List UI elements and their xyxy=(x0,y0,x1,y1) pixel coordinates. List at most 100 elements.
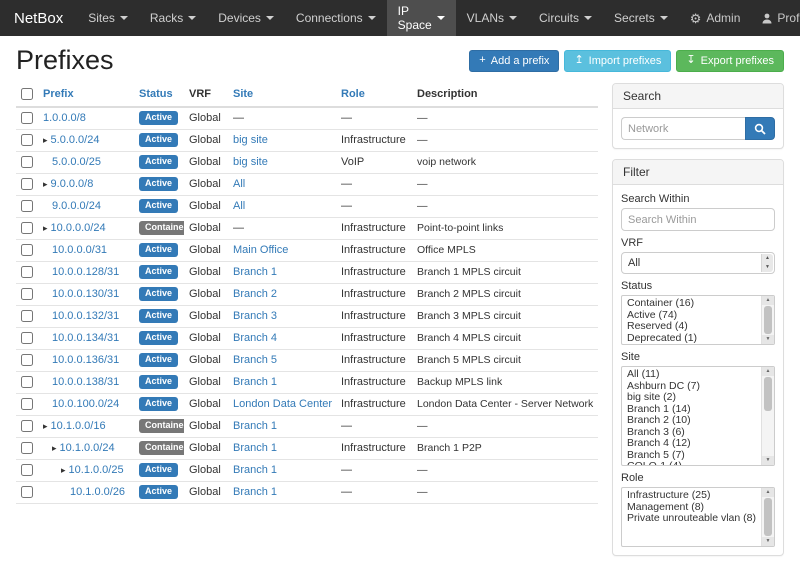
role-multiselect[interactable]: Infrastructure (25)Management (8)Private… xyxy=(621,487,775,547)
row-checkbox[interactable] xyxy=(21,442,33,454)
filter-option[interactable]: COLO-1 (4) xyxy=(627,461,758,466)
row-checkbox[interactable] xyxy=(21,178,33,190)
prefix-link[interactable]: 10.1.0.0/16 xyxy=(51,420,106,432)
search-within-input[interactable] xyxy=(621,208,775,231)
filter-option[interactable]: Deprecated (1) xyxy=(627,333,758,345)
prefix-link[interactable]: 10.0.0.138/31 xyxy=(52,376,119,388)
site-link[interactable]: Branch 1 xyxy=(233,442,277,454)
import-prefixes-button[interactable]: ↥ Import prefixes xyxy=(564,50,671,72)
scroll-up-icon[interactable]: ▲ xyxy=(762,367,774,376)
site-link[interactable]: Branch 1 xyxy=(233,376,277,388)
expand-icon[interactable]: ▸ xyxy=(43,135,48,145)
site-link[interactable]: Branch 1 xyxy=(233,464,277,476)
prefix-link[interactable]: 10.1.0.0/24 xyxy=(60,442,115,454)
select-all-checkbox[interactable] xyxy=(21,88,33,100)
nav-item-connections[interactable]: Connections xyxy=(285,0,387,36)
scrollbar[interactable]: ▲▼ xyxy=(761,367,774,465)
prefix-link[interactable]: 9.0.0.0/8 xyxy=(51,178,94,190)
prefix-link[interactable]: 10.1.0.0/25 xyxy=(69,464,124,476)
status-multiselect[interactable]: Container (16)Active (74)Reserved (4)Dep… xyxy=(621,295,775,345)
row-checkbox[interactable] xyxy=(21,244,33,256)
scroll-up-icon[interactable]: ▲ xyxy=(762,488,774,497)
scroll-up-icon[interactable]: ▲ xyxy=(762,296,774,305)
site-link[interactable]: big site xyxy=(233,134,268,146)
vrf-select[interactable]: All ▲▼ xyxy=(621,252,775,274)
scroll-down-icon[interactable]: ▼ xyxy=(762,335,774,344)
nav-item-sites[interactable]: Sites xyxy=(77,0,139,36)
nav-item-racks[interactable]: Racks xyxy=(139,0,207,36)
expand-icon[interactable]: ▸ xyxy=(43,421,48,431)
row-checkbox[interactable] xyxy=(21,156,33,168)
row-checkbox[interactable] xyxy=(21,310,33,322)
column-header-prefix[interactable]: Prefix xyxy=(38,83,134,107)
row-checkbox[interactable] xyxy=(21,464,33,476)
filter-option[interactable]: Management (8) xyxy=(627,502,758,514)
prefix-link[interactable]: 10.0.100.0/24 xyxy=(52,398,119,410)
scrollbar[interactable]: ▲▼ xyxy=(761,296,774,344)
row-checkbox[interactable] xyxy=(21,420,33,432)
column-header-role[interactable]: Role xyxy=(336,83,412,107)
prefix-link[interactable]: 10.0.0.136/31 xyxy=(52,354,119,366)
site-link[interactable]: Branch 4 xyxy=(233,332,277,344)
expand-icon[interactable]: ▸ xyxy=(43,223,48,233)
row-checkbox[interactable] xyxy=(21,288,33,300)
row-checkbox[interactable] xyxy=(21,332,33,344)
row-checkbox[interactable] xyxy=(21,486,33,498)
scroll-down-icon[interactable]: ▼ xyxy=(762,537,774,546)
app-logo[interactable]: NetBox xyxy=(0,0,77,36)
scrollbar-thumb[interactable] xyxy=(764,498,772,536)
search-button[interactable] xyxy=(745,117,775,140)
add-prefix-button[interactable]: + Add a prefix xyxy=(469,50,559,72)
prefix-link[interactable]: 10.0.0.0/24 xyxy=(51,222,106,234)
column-header-status[interactable]: Status xyxy=(134,83,184,107)
filter-option[interactable]: Private unrouteable vlan (8) xyxy=(627,513,758,525)
site-link[interactable]: Branch 1 xyxy=(233,420,277,432)
nav-item-vlans[interactable]: VLANs xyxy=(456,0,528,36)
profile-link[interactable]: Profile xyxy=(751,0,800,36)
scrollbar-thumb[interactable] xyxy=(764,306,772,334)
scrollbar-track[interactable] xyxy=(762,305,774,335)
scroll-down-icon[interactable]: ▼ xyxy=(762,456,774,465)
export-prefixes-button[interactable]: ↧ Export prefixes xyxy=(676,50,784,72)
site-link[interactable]: Branch 2 xyxy=(233,288,277,300)
site-link[interactable]: Main Office xyxy=(233,244,288,256)
row-checkbox[interactable] xyxy=(21,266,33,278)
site-multiselect[interactable]: All (11)Ashburn DC (7)big site (2)Branch… xyxy=(621,366,775,466)
scrollbar-track[interactable] xyxy=(762,376,774,456)
site-link[interactable]: Branch 1 xyxy=(233,266,277,278)
expand-icon[interactable]: ▸ xyxy=(61,465,66,475)
row-checkbox[interactable] xyxy=(21,354,33,366)
site-link[interactable]: All xyxy=(233,200,245,212)
scrollbar-track[interactable] xyxy=(762,497,774,537)
filter-option[interactable]: All (11) xyxy=(627,369,758,381)
row-checkbox[interactable] xyxy=(21,112,33,124)
site-link[interactable]: Branch 5 xyxy=(233,354,277,366)
nav-item-ip-space[interactable]: IP Space xyxy=(387,0,456,36)
row-checkbox[interactable] xyxy=(21,200,33,212)
scrollbar[interactable]: ▲▼ xyxy=(761,488,774,546)
prefix-link[interactable]: 10.0.0.128/31 xyxy=(52,266,119,278)
expand-icon[interactable]: ▸ xyxy=(43,179,48,189)
prefix-link[interactable]: 10.0.0.134/31 xyxy=(52,332,119,344)
row-checkbox[interactable] xyxy=(21,134,33,146)
site-link[interactable]: big site xyxy=(233,156,268,168)
site-link[interactable]: Branch 3 xyxy=(233,310,277,322)
column-header-site[interactable]: Site xyxy=(228,83,336,107)
prefix-link[interactable]: 10.0.0.130/31 xyxy=(52,288,119,300)
prefix-link[interactable]: 1.0.0.0/8 xyxy=(43,112,86,124)
filter-option[interactable]: big site (2) xyxy=(627,392,758,404)
nav-item-circuits[interactable]: Circuits xyxy=(528,0,603,36)
search-input[interactable] xyxy=(621,117,745,140)
filter-option[interactable]: Branch 2 (10) xyxy=(627,415,758,427)
prefix-link[interactable]: 5.0.0.0/25 xyxy=(52,156,101,168)
row-checkbox[interactable] xyxy=(21,398,33,410)
filter-option[interactable]: Infrastructure (25) xyxy=(627,490,758,502)
prefix-link[interactable]: 9.0.0.0/24 xyxy=(52,200,101,212)
nav-item-devices[interactable]: Devices xyxy=(207,0,285,36)
site-link[interactable]: Branch 1 xyxy=(233,486,277,498)
filter-option[interactable]: Container (16) xyxy=(627,298,758,310)
nav-item-secrets[interactable]: Secrets xyxy=(603,0,679,36)
prefix-link[interactable]: 10.1.0.0/26 xyxy=(70,486,125,498)
site-link[interactable]: All xyxy=(233,178,245,190)
admin-link[interactable]: ⚙ Admin xyxy=(679,0,752,36)
